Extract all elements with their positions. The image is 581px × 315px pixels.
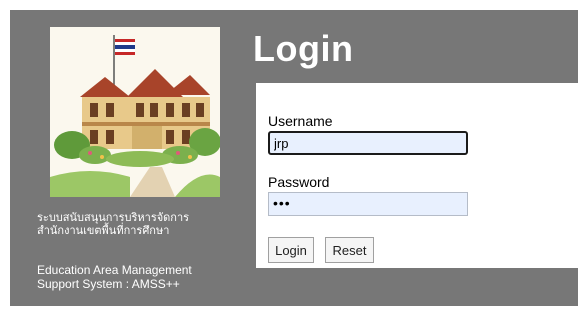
- school-building-image: [50, 27, 220, 197]
- english-line-2: Support System : AMSS++: [37, 277, 180, 291]
- username-input[interactable]: [268, 131, 468, 155]
- english-system-name: Education Area Management Support System…: [37, 263, 247, 291]
- password-label: Password: [268, 174, 330, 190]
- thai-system-name: ระบบสนับสนุนการบริหารจัดการ สำนักงานเขตพ…: [37, 212, 237, 238]
- login-panel: ระบบสนับสนุนการบริหารจัดการ สำนักงานเขตพ…: [10, 10, 578, 306]
- password-input[interactable]: •••: [268, 192, 468, 216]
- reset-button[interactable]: Reset: [325, 237, 374, 263]
- login-button[interactable]: Login: [268, 237, 314, 263]
- login-title: Login: [253, 28, 354, 69]
- login-form: Username Password ••• Login Reset: [256, 83, 578, 268]
- username-label: Username: [268, 113, 333, 129]
- thai-line-1: ระบบสนับสนุนการบริหารจัดการ: [37, 212, 190, 224]
- thai-line-2: สำนักงานเขตพื้นที่การศึกษา: [37, 225, 170, 237]
- english-line-1: Education Area Management: [37, 263, 192, 277]
